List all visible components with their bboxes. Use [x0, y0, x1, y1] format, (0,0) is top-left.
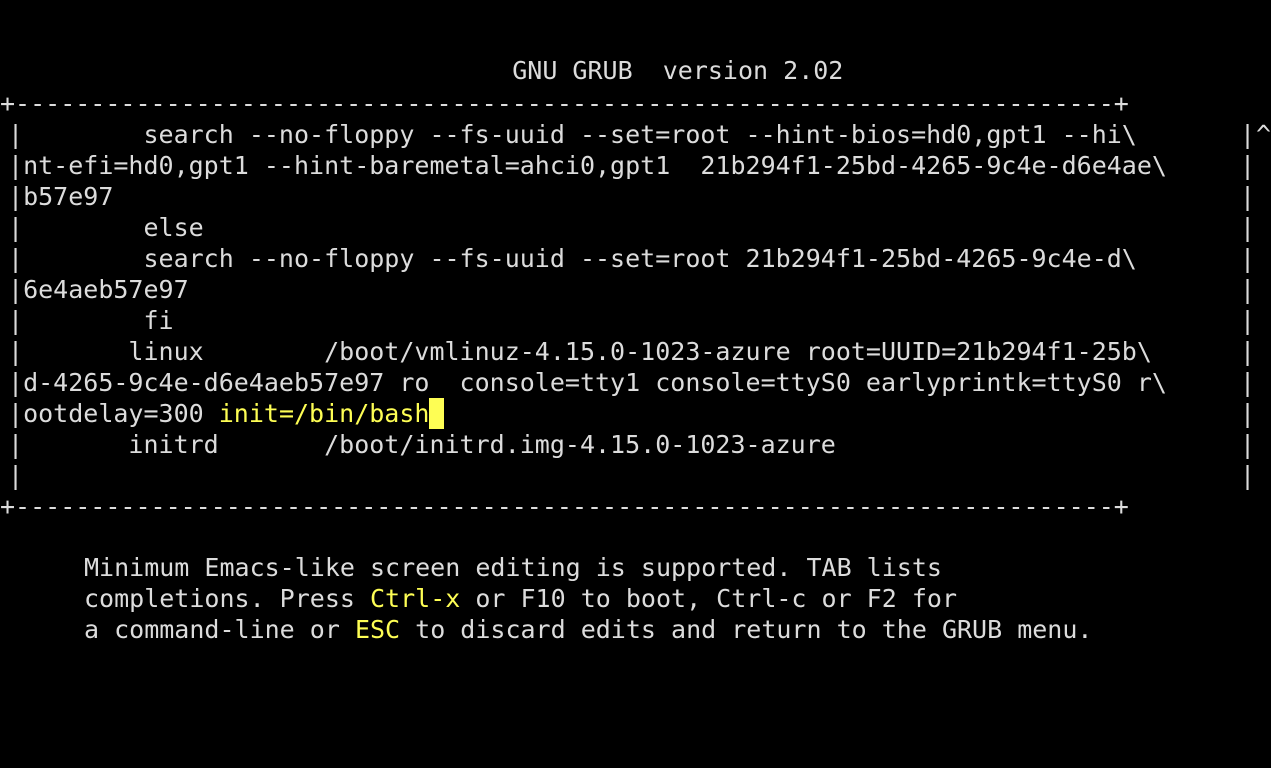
edit-box-line[interactable]: | search --no-floppy --fs-uuid --set=roo… — [0, 243, 1271, 274]
edit-box-right-rail: | — [1240, 461, 1256, 490]
edit-box-right-rail: | — [1240, 182, 1256, 211]
edit-box-line-text[interactable]: search --no-floppy --fs-uuid --set=root … — [8, 119, 1137, 150]
edit-box-right-rail: | — [1240, 151, 1256, 180]
edit-box-line[interactable]: | 6e4aeb57e97 | — [0, 274, 1271, 305]
line-text-plain: 6e4aeb57e97 — [23, 275, 189, 304]
edit-box-right-rail: | — [1240, 244, 1256, 273]
help-line-3-suffix: to discard edits and return to the GRUB … — [400, 615, 1093, 644]
edit-box-line-text[interactable]: ootdelay=300 init=/bin/bash — [8, 398, 445, 429]
help-line-3-prefix: a command-line or — [84, 615, 355, 644]
line-text-plain: fi — [23, 306, 174, 335]
edit-box-line-text[interactable]: initrd /boot/initrd.img-4.15.0-1023-azur… — [8, 429, 836, 460]
edit-box-line[interactable]: | d-4265-9c4e-d6e4aeb57e97 ro console=tt… — [0, 367, 1271, 398]
edit-box: +---------------------------------------… — [0, 88, 1271, 522]
help-line-1-text: Minimum Emacs-like screen editing is sup… — [84, 553, 942, 582]
edit-box-right-rail: | — [1240, 120, 1256, 149]
edit-box-right-rail: | — [1240, 368, 1256, 397]
page-title: GNU GRUB version 2.02 — [512, 56, 844, 85]
edit-box-line[interactable]: | initrd /boot/initrd.img-4.15.0-1023-az… — [0, 429, 1271, 460]
edit-box-line[interactable]: | b57e97 | — [0, 181, 1271, 212]
edit-box-line-text[interactable]: search --no-floppy --fs-uuid --set=root … — [8, 243, 1137, 274]
edit-box-line-text[interactable]: 6e4aeb57e97 — [8, 274, 189, 305]
edit-box-line-text[interactable]: nt-efi=hd0,gpt1 --hint-baremetal=ahci0,g… — [8, 150, 1167, 181]
edit-box-line-text[interactable] — [8, 460, 23, 491]
edit-box-right-rail: | — [1240, 430, 1256, 459]
edit-box-right-rail: | — [1240, 306, 1256, 335]
line-text-plain: linux /boot/vmlinuz-4.15.0-1023-azure ro… — [23, 337, 1152, 366]
line-text-plain: search --no-floppy --fs-uuid --set=root … — [23, 120, 1137, 149]
edit-box-line[interactable]: | else | — [0, 212, 1271, 243]
help-line-2-prefix: completions. Press — [84, 584, 370, 613]
text-cursor — [429, 398, 445, 429]
edit-box-bottom-border: +---------------------------------------… — [0, 492, 1129, 521]
help-text: Minimum Emacs-like screen editing is sup… — [0, 552, 1271, 645]
edit-box-line-text[interactable]: linux /boot/vmlinuz-4.15.0-1023-azure ro… — [8, 336, 1152, 367]
edit-box-right-rail: | — [1240, 399, 1256, 428]
help-line-2: completions. Press Ctrl-x or F10 to boot… — [0, 583, 1271, 614]
edit-box-line[interactable]: | fi | — [0, 305, 1271, 336]
line-text-plain: initrd /boot/initrd.img-4.15.0-1023-azur… — [23, 430, 836, 459]
edit-box-right-rail: | — [1240, 337, 1256, 366]
edit-box-line[interactable]: | ootdelay=300 init=/bin/bash | — [0, 398, 1271, 429]
line-text-plain: d-4265-9c4e-d6e4aeb57e97 ro console=tty1… — [23, 368, 1167, 397]
scroll-up-indicator-icon[interactable]: ^ — [1256, 119, 1271, 150]
edit-box-line-text[interactable]: d-4265-9c4e-d6e4aeb57e97 ro console=tty1… — [8, 367, 1167, 398]
edit-box-right-rail: | — [1240, 213, 1256, 242]
help-line-2-suffix: or F10 to boot, Ctrl-c or F2 for — [460, 584, 957, 613]
edit-box-line[interactable]: | | — [0, 460, 1271, 491]
line-text-plain: nt-efi=hd0,gpt1 --hint-baremetal=ahci0,g… — [23, 151, 1167, 180]
grub-title-row: GNU GRUB version 2.02 — [0, 24, 1271, 85]
edit-box-line[interactable]: | linux /boot/vmlinuz-4.15.0-1023-azure … — [0, 336, 1271, 367]
edit-box-line-text[interactable]: else — [8, 212, 204, 243]
key-hint-ctrl-x: Ctrl-x — [369, 584, 461, 613]
line-text-plain: b57e97 — [23, 182, 114, 211]
edited-kernel-parameter: init=/bin/bash — [218, 399, 430, 428]
help-line-3: a command-line or ESC to discard edits a… — [0, 614, 1271, 645]
edit-box-lines[interactable]: | search --no-floppy --fs-uuid --set=roo… — [0, 119, 1271, 491]
grub-edit-screen: GNU GRUB version 2.02 +-----------------… — [0, 0, 1271, 768]
line-text-plain: search --no-floppy --fs-uuid --set=root … — [23, 244, 1137, 273]
key-hint-esc: ESC — [354, 615, 401, 644]
line-text-plain: else — [23, 213, 204, 242]
edit-box-line-text[interactable]: b57e97 — [8, 181, 113, 212]
edit-box-top-border: +---------------------------------------… — [0, 89, 1129, 118]
edit-box-line[interactable]: | search --no-floppy --fs-uuid --set=roo… — [0, 119, 1271, 150]
edit-box-line[interactable]: | nt-efi=hd0,gpt1 --hint-baremetal=ahci0… — [0, 150, 1271, 181]
help-line-1: Minimum Emacs-like screen editing is sup… — [0, 552, 1271, 583]
line-text-plain: ootdelay=300 — [23, 399, 219, 428]
edit-box-right-rail: | — [1240, 275, 1256, 304]
edit-box-line-text[interactable]: fi — [8, 305, 174, 336]
